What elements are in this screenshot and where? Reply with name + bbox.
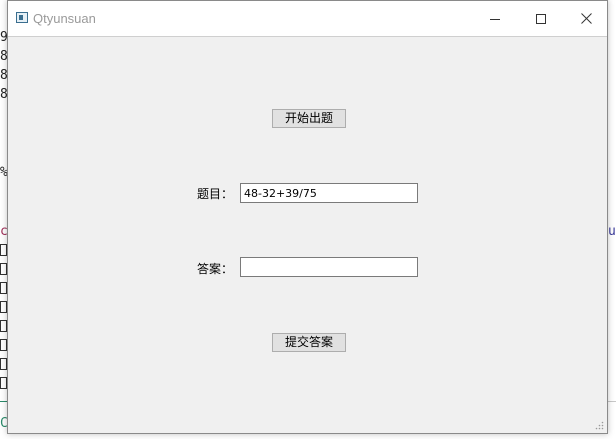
bg-checkbox	[0, 320, 7, 332]
bg-checkbox	[0, 358, 7, 370]
answer-label: 答案：	[197, 262, 234, 276]
bg-glyph: u	[608, 224, 616, 239]
submit-answer-button[interactable]: 提交答案	[272, 333, 346, 352]
bg-checkbox	[0, 282, 7, 294]
window-title: Qtyunsuan	[33, 11, 96, 26]
bg-checkbox	[0, 301, 7, 313]
maximize-button[interactable]	[518, 1, 564, 36]
close-button[interactable]	[563, 1, 609, 36]
bg-checkbox	[0, 339, 7, 351]
bg-checkbox	[0, 263, 7, 275]
minimize-button[interactable]	[472, 1, 518, 36]
maximize-icon	[536, 13, 546, 24]
app-window: Qtyunsuan 开始出题 题目： 答案： 提交答案	[7, 0, 608, 434]
question-field[interactable]	[240, 183, 418, 203]
answer-input[interactable]	[240, 257, 418, 277]
close-icon	[580, 13, 592, 24]
resize-grip-icon[interactable]	[594, 420, 604, 430]
bg-divider	[0, 401, 7, 402]
app-icon	[16, 12, 28, 23]
bg-checkbox	[0, 377, 7, 389]
title-bar[interactable]: Qtyunsuan	[8, 1, 607, 37]
bg-checkbox	[0, 244, 7, 256]
question-label: 题目：	[197, 187, 234, 201]
start-quiz-button[interactable]: 开始出题	[272, 109, 346, 128]
minimize-icon	[490, 18, 500, 20]
bg-divider	[608, 401, 616, 402]
